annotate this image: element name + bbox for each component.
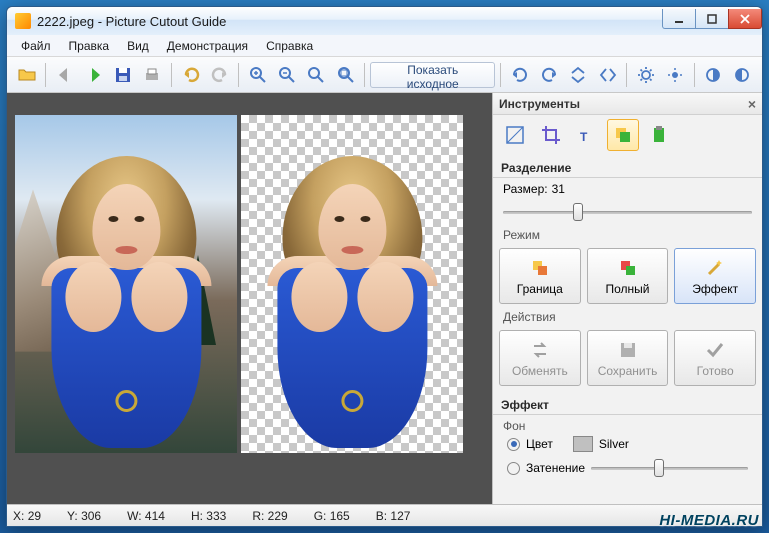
app-icon [15, 13, 31, 29]
separation-label: Разделение [493, 157, 762, 178]
zoom-fit-icon[interactable] [303, 61, 330, 89]
mode-effect-button[interactable]: Эффект [674, 248, 756, 304]
tool-cutout-icon[interactable] [607, 119, 639, 151]
save-action-button[interactable]: Сохранить [587, 330, 669, 386]
menu-view[interactable]: Вид [119, 37, 157, 55]
main-toolbar: Показать исходное [7, 57, 762, 93]
color-swatch[interactable] [573, 436, 593, 452]
tool-crop-icon[interactable] [535, 119, 567, 151]
flip-v-icon[interactable] [565, 61, 592, 89]
tool-resize-icon[interactable] [499, 119, 531, 151]
window-title: 2222.jpeg - Picture Cutout Guide [37, 14, 663, 29]
menu-help[interactable]: Справка [258, 37, 321, 55]
radio-color[interactable] [507, 438, 520, 451]
radio-shade-label: Затенение [526, 461, 585, 475]
size-slider[interactable] [503, 202, 752, 222]
swap-button[interactable]: Обменять [499, 330, 581, 386]
zoom-100-icon[interactable] [332, 61, 359, 89]
canvas-area[interactable] [7, 93, 492, 504]
tool-paste-icon[interactable] [643, 119, 675, 151]
contrast2-icon[interactable] [729, 61, 756, 89]
watermark: HI-MEDIA.RU [659, 512, 759, 529]
zoom-in-icon[interactable] [244, 61, 271, 89]
tool-text-icon[interactable]: T [571, 119, 603, 151]
undo-icon[interactable] [177, 61, 204, 89]
panel-title: Инструменты× [493, 93, 762, 115]
app-window: 2222.jpeg - Picture Cutout Guide Файл Пр… [6, 6, 763, 527]
tools-panel: Инструменты× T Разделение Размер: 31 Реж… [492, 93, 762, 504]
mode-label: Режим [493, 228, 762, 242]
actions-label: Действия [493, 310, 762, 324]
show-original-button[interactable]: Показать исходное [370, 62, 495, 88]
close-button[interactable] [728, 9, 762, 29]
maximize-button[interactable] [695, 9, 729, 29]
flip-h-icon[interactable] [594, 61, 621, 89]
brightness-icon[interactable] [632, 61, 659, 89]
color-name: Silver [599, 437, 629, 451]
size-value: 31 [552, 182, 565, 196]
mode-full-button[interactable]: Полный [587, 248, 669, 304]
svg-text:T: T [580, 130, 588, 144]
menu-edit[interactable]: Правка [61, 37, 118, 55]
effect-label: Эффект [493, 394, 762, 415]
rotate-cw-icon[interactable] [536, 61, 563, 89]
cutout-image-panel [241, 115, 463, 453]
titlebar: 2222.jpeg - Picture Cutout Guide [7, 7, 762, 35]
forward-icon[interactable] [80, 61, 107, 89]
mode-border-button[interactable]: Граница [499, 248, 581, 304]
menubar: Файл Правка Вид Демонстрация Справка [7, 35, 762, 57]
menu-demo[interactable]: Демонстрация [159, 37, 256, 55]
save-icon[interactable] [110, 61, 137, 89]
statusbar: X: 29 Y: 306 W: 414 H: 333 R: 229 G: 165… [7, 504, 762, 526]
done-button[interactable]: Готово [674, 330, 756, 386]
rotate-ccw-icon[interactable] [506, 61, 533, 89]
back-icon[interactable] [51, 61, 78, 89]
contrast-icon[interactable] [700, 61, 727, 89]
menu-file[interactable]: Файл [13, 37, 59, 55]
brightness2-icon[interactable] [661, 61, 688, 89]
zoom-out-icon[interactable] [274, 61, 301, 89]
bg-label: Фон [493, 415, 762, 433]
redo-icon[interactable] [206, 61, 233, 89]
radio-color-label: Цвет [526, 437, 553, 451]
print-icon[interactable] [139, 61, 166, 89]
original-image-panel [15, 115, 237, 453]
shade-slider[interactable] [591, 458, 748, 478]
panel-close-icon[interactable]: × [748, 96, 756, 112]
open-icon[interactable] [13, 61, 40, 89]
radio-shade[interactable] [507, 462, 520, 475]
minimize-button[interactable] [662, 9, 696, 29]
size-label: Размер: [503, 182, 548, 196]
